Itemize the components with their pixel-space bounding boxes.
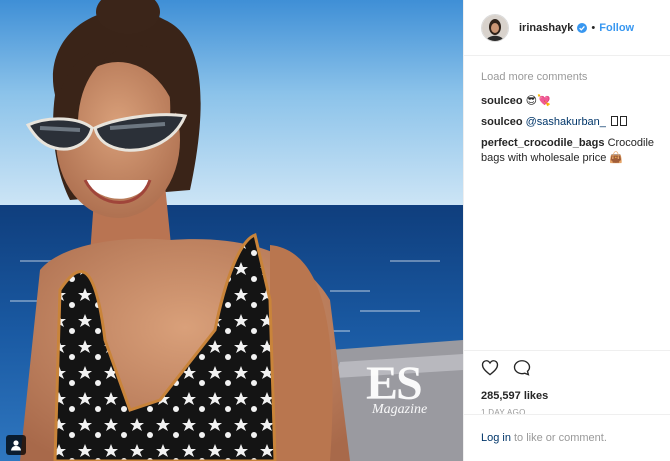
comment-item: perfect_crocodile_bags Crocodile bags wi… bbox=[481, 136, 666, 166]
missing-glyph-icon bbox=[619, 116, 627, 126]
missing-glyph-icon bbox=[610, 116, 618, 126]
post-photo[interactable]: ES Magazine bbox=[0, 0, 463, 461]
login-prompt-text: to like or comment. bbox=[513, 432, 607, 444]
login-prompt: Log in to like or comment. bbox=[464, 414, 670, 461]
comment-item: soulceo @sashakurban_ bbox=[481, 115, 666, 130]
avatar[interactable] bbox=[481, 13, 509, 42]
login-link[interactable]: Log in bbox=[481, 432, 511, 444]
comment-username[interactable]: soulceo bbox=[481, 116, 523, 128]
heart-icon[interactable] bbox=[481, 359, 499, 381]
comments-list: Load more comments soulceo 😎💘 soulceo @s… bbox=[481, 64, 666, 172]
instagram-post: ES Magazine irinashayk • Follow Load mor… bbox=[0, 0, 670, 461]
watermark-title: ES bbox=[366, 357, 423, 410]
comment-username[interactable]: perfect_crocodile_bags bbox=[481, 137, 605, 149]
header-separator: • bbox=[591, 21, 596, 34]
action-bar bbox=[464, 351, 670, 381]
load-more-comments-link[interactable]: Load more comments bbox=[481, 71, 666, 83]
comment-mention-link[interactable]: @sashakurban_ bbox=[526, 116, 606, 128]
likes-count[interactable]: 285,597 likes bbox=[481, 390, 670, 402]
verified-badge-icon bbox=[577, 22, 588, 33]
follow-button[interactable]: Follow bbox=[599, 22, 634, 34]
post-footer: 285,597 likes 1 DAY AGO bbox=[464, 350, 670, 417]
magazine-watermark: ES Magazine bbox=[366, 360, 446, 430]
post-username[interactable]: irinashayk bbox=[519, 22, 573, 34]
comment-item: soulceo 😎💘 bbox=[481, 94, 666, 109]
watermark-subtitle: Magazine bbox=[372, 402, 428, 417]
post-sidebar: irinashayk • Follow Load more comments s… bbox=[463, 0, 670, 461]
comment-icon[interactable] bbox=[513, 359, 531, 381]
user-tag-icon[interactable] bbox=[6, 435, 26, 455]
comment-username[interactable]: soulceo bbox=[481, 95, 523, 107]
post-header: irinashayk • Follow bbox=[464, 0, 670, 56]
comment-text: 😎💘 bbox=[525, 95, 551, 107]
